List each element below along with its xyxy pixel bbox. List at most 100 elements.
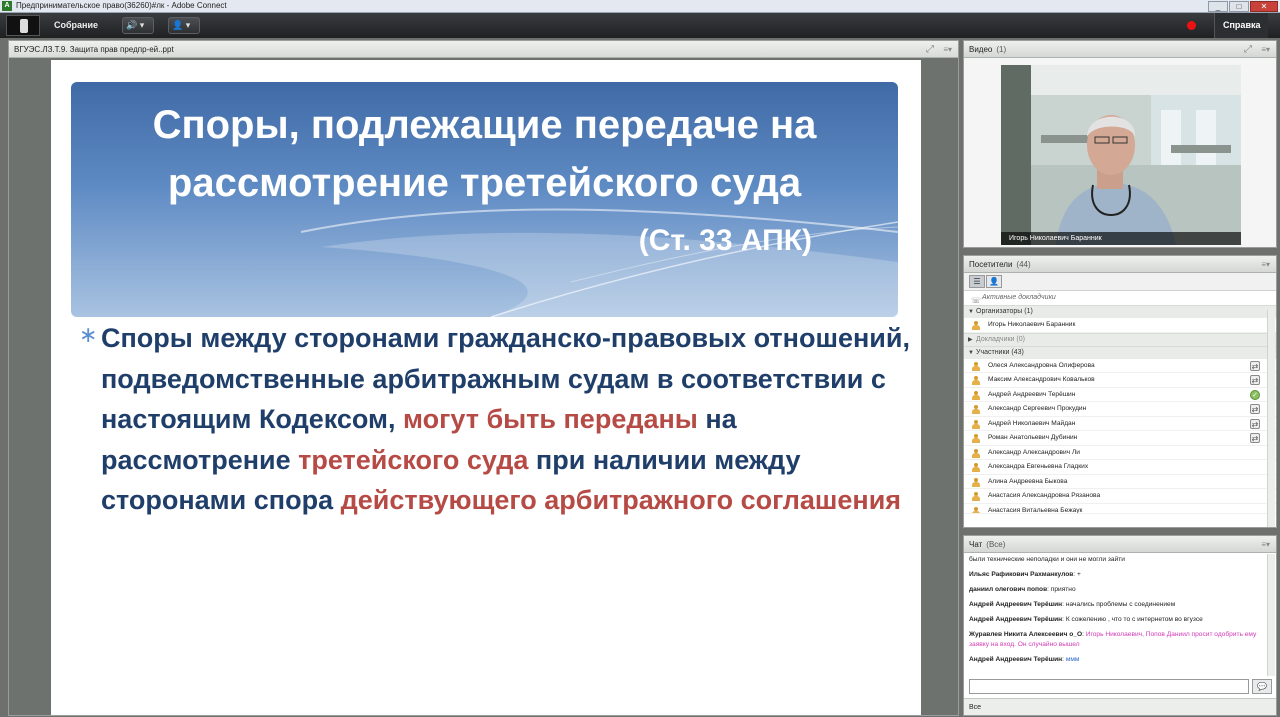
speaker-button[interactable]: 🔊 ▾	[122, 17, 154, 34]
attendee-name: Александра Евгеньевна Гладких	[988, 463, 1089, 470]
chat-author: Андрей Андреевич Терёшин	[969, 656, 1063, 663]
attendee-row[interactable]: Анастасия Витальевна Бежаук	[964, 504, 1276, 514]
window-title: Предпринимательское право(36260)#лк - Ad…	[16, 1, 227, 10]
active-speakers-label: Активные докладчики	[982, 294, 1056, 301]
chevron-down-icon: ▾	[185, 20, 191, 30]
attendee-name: Александр Александрович Ли	[988, 448, 1080, 456]
menubar: Собрание 🔊 ▾ 👤 ▾ Справка	[0, 13, 1280, 38]
video-pod-title: Видео	[969, 45, 993, 54]
attendee-name: Игорь Николаевич Баранник	[988, 321, 1076, 328]
bullet-icon: ∗	[79, 322, 98, 347]
person-icon	[972, 492, 980, 501]
participant-list: Олеся Александровна Олиферова ⇄ Максим Ал…	[964, 359, 1276, 514]
active-speakers-row: ☏ Активные докладчики	[964, 291, 1276, 305]
person-icon	[972, 477, 980, 487]
attendees-pod-header: Посетители (44) ≡▾	[964, 256, 1276, 273]
chat-message: Андрей Андреевич Терёшин: начались пробл…	[969, 601, 1176, 608]
chat-pod-title: Чат	[969, 540, 983, 549]
send-message-icon[interactable]: 💬	[1252, 679, 1272, 694]
chat-message: были технические неполадки и они не могл…	[964, 553, 1276, 568]
slide-subtitle: (Ст. 33 АПК)	[638, 224, 812, 257]
person-icon	[972, 463, 980, 472]
attendee-row[interactable]: Анастасия Александровна Рязанова	[964, 489, 1276, 504]
chat-input[interactable]	[969, 679, 1249, 694]
attendee-row[interactable]: Андрей Николаевич Майдан ⇄	[964, 417, 1276, 431]
chat-author: Ильяс Рафикович Рахманкулов	[969, 571, 1074, 578]
group-presenters-label: Докладчики (0)	[976, 335, 1025, 343]
attendees-scrollbar[interactable]	[1267, 310, 1275, 527]
chat-recipient-selector[interactable]: Все	[964, 698, 1276, 715]
pod-menu-icon[interactable]: ≡▾	[1261, 536, 1270, 553]
chat-author: даниил олегович попов	[969, 586, 1048, 593]
recording-indicator-icon[interactable]	[1187, 21, 1196, 30]
attendees-pod: Посетители (44) ≡▾ ☰ 👤 ☏ Активные докладч…	[963, 255, 1277, 528]
chat-messages: были технические неполадки и они не могл…	[964, 553, 1276, 668]
presenter-name-label: Игорь Николаевич Баранник	[1001, 232, 1241, 245]
role-view-icon[interactable]: 👤	[986, 275, 1002, 288]
meeting-menu[interactable]: Собрание	[54, 13, 98, 38]
attendee-row[interactable]: Олеся Александровна Олиферова ⇄	[964, 359, 1276, 373]
attendee-name: Андрей Андреевич Терёшин	[988, 390, 1076, 398]
presentation-slide: Споры, подлежащие передаче на рассмотрен…	[51, 60, 921, 715]
slide-body-text: Споры между сторонами гражданско-правовы…	[101, 318, 911, 521]
adobe-connect-logo	[6, 15, 40, 36]
agree-status-icon: ✓	[1250, 389, 1260, 400]
away-status-icon: ⇄	[1250, 360, 1260, 371]
attendee-row[interactable]: Роман Анатольевич Дубинин ⇄	[964, 431, 1276, 446]
attendee-row[interactable]: Александра Евгеньевна Гладких	[964, 460, 1276, 475]
attendee-name: Роман Анатольевич Дубинин	[988, 434, 1078, 441]
fullscreen-icon[interactable]: ⤢	[926, 41, 934, 58]
pod-menu-icon[interactable]: ≡▾	[943, 41, 952, 58]
chevron-down-icon: ▾	[139, 20, 145, 30]
share-pod: ВГУЭС.ЛЗ.Т.9. Защита прав предпр-ей..ppt…	[8, 40, 959, 716]
maximize-button[interactable]: □	[1229, 1, 1249, 12]
chat-scope: (Все)	[986, 540, 1006, 549]
pod-menu-icon[interactable]: ≡▾	[1261, 41, 1270, 58]
person-icon	[972, 448, 980, 458]
video-pod-header: Видео (1) ⤢ ≡▾	[964, 41, 1276, 58]
attendee-name: Анастасия Витальевна Бежаук	[988, 506, 1083, 514]
chat-message: Журавлев Никита Алексеевич о_О: Игорь Ни…	[969, 631, 1257, 648]
fullscreen-icon[interactable]: ⤢	[1244, 41, 1252, 58]
chat-text: приятно	[1050, 586, 1076, 593]
attendee-name: Олеся Александровна Олиферова	[988, 361, 1095, 369]
attendee-row[interactable]: Алина Андреевна Быкова	[964, 475, 1276, 489]
slide-title-line-2: рассмотрение третейского суда	[167, 161, 802, 205]
group-hosts[interactable]: ▼ Организаторы (1)	[964, 305, 1276, 318]
pod-menu-icon[interactable]: ≡▾	[1261, 256, 1270, 273]
webcam-image	[1001, 65, 1241, 245]
presenter-video[interactable]: Игорь Николаевич Баранник	[1001, 65, 1241, 245]
body-segment-highlight: действующего арбитражного соглашения	[340, 485, 902, 515]
attendees-toolbar: ☰ 👤	[964, 273, 1276, 291]
chat-pod-header: Чат (Все) ≡▾	[964, 536, 1276, 553]
attendee-name: Максим Александрович Ковальков	[988, 376, 1095, 383]
chat-text: К сожелению , что то с интернетом во вгу…	[1065, 616, 1203, 623]
chat-author: Журавлев Никита Алексеевич о_О	[969, 631, 1083, 638]
close-button[interactable]: ✕	[1250, 1, 1278, 12]
attendee-row[interactable]: Максим Александрович Ковальков ⇄	[964, 373, 1276, 388]
list-view-icon[interactable]: ☰	[969, 275, 985, 288]
attendee-name: Андрей Николаевич Майдан	[988, 419, 1076, 427]
chat-text: +	[1076, 571, 1081, 578]
camera-button[interactable]: 👤 ▾	[168, 17, 200, 34]
person-icon	[972, 405, 980, 414]
group-participants-label: Участники (43)	[976, 348, 1024, 356]
attendee-row[interactable]: Александр Сергеевич Прокудин ⇄	[964, 402, 1276, 417]
help-menu[interactable]: Справка	[1214, 13, 1269, 38]
away-status-icon: ⇄	[1250, 433, 1260, 443]
attendee-name: Анастасия Александровна Рязанова	[988, 492, 1101, 499]
attendee-row[interactable]: Александр Александрович Ли	[964, 446, 1276, 460]
chat-scrollbar[interactable]	[1267, 554, 1275, 676]
collapse-triangle-icon: ▼	[968, 349, 974, 356]
minimize-button[interactable]: _	[1208, 1, 1228, 12]
window-controls: _ □ ✕	[1208, 1, 1278, 12]
attendees-count: (44)	[1016, 260, 1031, 269]
attendee-row[interactable]: Андрей Андреевич Терёшин ✓	[964, 388, 1276, 402]
attendee-row[interactable]: Игорь Николаевич Баранник	[964, 318, 1276, 333]
group-participants[interactable]: ▼ Участники (43)	[964, 345, 1276, 359]
attendee-name: Александр Сергеевич Прокудин	[988, 405, 1087, 412]
person-icon	[972, 376, 980, 385]
chat-text: ммм	[1065, 656, 1080, 663]
away-status-icon: ⇄	[1250, 418, 1260, 429]
group-presenters[interactable]: ▶ Докладчики (0)	[964, 332, 1276, 346]
